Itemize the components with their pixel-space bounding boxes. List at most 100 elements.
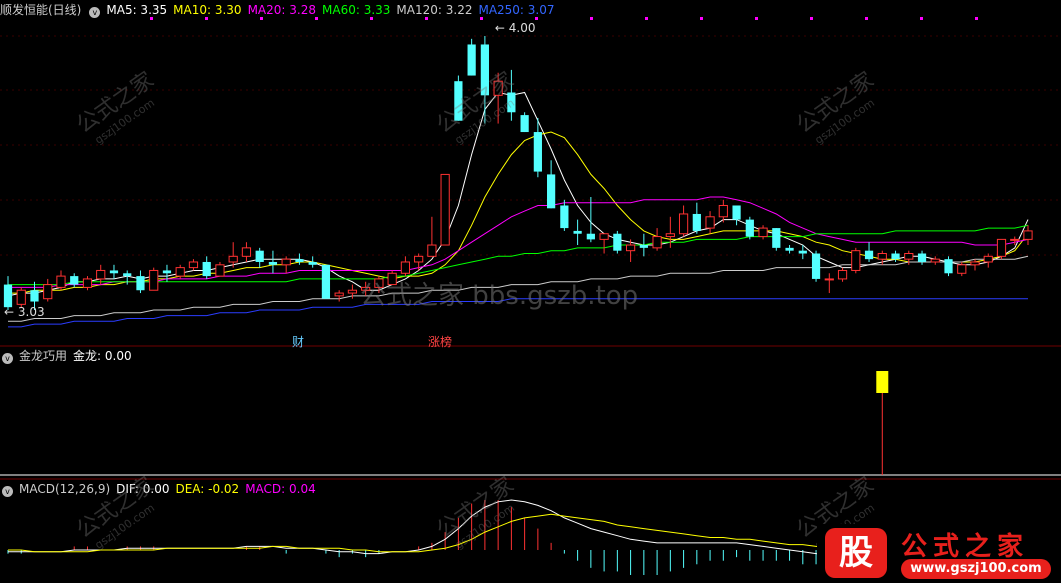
- candle-body: [837, 269, 848, 280]
- candle-body: [983, 255, 993, 263]
- candle-body: [3, 284, 13, 308]
- candle-body: [625, 244, 636, 252]
- candle-body: [599, 233, 609, 240]
- jinlong-title: 金龙巧用: [19, 349, 68, 363]
- candle-body: [149, 269, 159, 291]
- ma-legend-item: MA60: 3.33: [322, 3, 391, 17]
- macd-panel-header: v MACD(12,26,9) DIF: 0.00 DEA: -0.02 MACD: 0…: [0, 481, 322, 497]
- candle-body: [281, 258, 291, 266]
- candle-body: [560, 205, 569, 229]
- candle-body: [996, 238, 1007, 257]
- candle-body: [745, 219, 754, 237]
- top-marker-dot: [700, 17, 703, 20]
- candle-body: [96, 269, 106, 280]
- logo-icon: 股: [825, 528, 887, 578]
- candle-body: [228, 255, 238, 263]
- candle-body: [573, 230, 582, 234]
- candle-body: [678, 213, 689, 235]
- top-marker-dot: [975, 17, 978, 20]
- ma-legend-item: MA10: 3.30: [173, 3, 242, 17]
- high-price-label: ← 4.00: [495, 21, 536, 35]
- rank-tag[interactable]: 涨榜: [428, 333, 452, 350]
- candle-body: [321, 264, 331, 299]
- candle-body: [56, 275, 66, 288]
- candle-body: [215, 264, 225, 277]
- stock-chart-window: ← 4.00 ← 3.03 顺发恒能(日线) v MA5: 3.35 MA10: 3.3…: [0, 0, 1061, 583]
- top-marker-dot: [755, 17, 758, 20]
- macd-title: MACD(12,26,9): [19, 482, 111, 496]
- ma-line-ma20: [8, 196, 1029, 288]
- candle-body: [268, 261, 278, 265]
- collapse-icon[interactable]: v: [2, 486, 13, 497]
- candle-body: [758, 227, 768, 238]
- candle-body: [639, 245, 648, 248]
- candle-body: [255, 250, 264, 262]
- candle-body: [400, 261, 411, 274]
- candle-body: [1023, 230, 1033, 240]
- candle-body: [586, 233, 595, 240]
- candle-body: [904, 253, 914, 260]
- top-marker-dot: [865, 17, 868, 20]
- candle-body: [82, 278, 93, 288]
- candle-body: [162, 270, 172, 274]
- logo-url: www.gszj100.com: [901, 559, 1051, 579]
- candle-body: [930, 258, 940, 263]
- candle-body: [547, 174, 556, 209]
- candle-body: [824, 278, 834, 281]
- candle-body: [109, 270, 119, 274]
- candle-body: [772, 228, 781, 248]
- candle-body: [957, 264, 967, 274]
- candle-body: [692, 213, 701, 231]
- candle-body: [718, 204, 728, 218]
- main-panel-header: 顺发恒能(日线) v MA5: 3.35 MA10: 3.30 MA20: 3.28 MA…: [0, 2, 567, 18]
- candle-body: [440, 173, 450, 246]
- candle-body: [241, 247, 252, 257]
- candle-body: [705, 216, 715, 229]
- candle-body: [30, 290, 39, 302]
- candle-body: [533, 132, 542, 172]
- collapse-icon[interactable]: v: [2, 353, 13, 364]
- macd-dea: DEA: -0.02: [175, 482, 240, 496]
- candle-body: [70, 276, 79, 285]
- ma-line-ma5: [7, 91, 1029, 297]
- candle-body: [917, 253, 927, 262]
- macd-value: MACD: 0.04: [245, 482, 316, 496]
- candle-body: [188, 261, 199, 269]
- ma-legend-item: MA250: 3.07: [478, 3, 555, 17]
- jinlong-signal-bar: [876, 371, 889, 393]
- top-marker-dot: [590, 17, 593, 20]
- candle-body: [43, 284, 53, 300]
- candle-body: [891, 253, 900, 260]
- candle-body: [864, 250, 874, 260]
- candle-body: [811, 253, 821, 279]
- candle-body: [467, 44, 476, 76]
- ma-legend-item: MA120: 3.22: [396, 3, 473, 17]
- candle-body: [347, 289, 358, 294]
- candle-body: [334, 292, 344, 297]
- candle-body: [798, 250, 807, 254]
- candle-body: [652, 236, 662, 249]
- candle-body: [944, 259, 953, 274]
- site-logo: 股 公式之家 www.gszj100.com: [817, 524, 1061, 583]
- candle-body: [785, 247, 794, 251]
- low-price-label: ← 3.03: [4, 305, 45, 319]
- collapse-icon[interactable]: v: [89, 7, 101, 18]
- top-marker-dot: [920, 17, 923, 20]
- candle-body: [136, 276, 145, 291]
- candle-body: [970, 261, 980, 266]
- candle-body: [414, 255, 424, 263]
- candle-body: [732, 205, 741, 220]
- candle-body: [1010, 238, 1020, 241]
- candle-body: [665, 233, 675, 238]
- candle-body: [877, 253, 887, 260]
- candle-body: [202, 261, 211, 277]
- top-marker-dot: [645, 17, 648, 20]
- candle-body: [175, 267, 185, 277]
- jinlong-value: 金龙: 0.00: [73, 349, 132, 363]
- candle-body: [123, 273, 132, 277]
- candle-body: [308, 261, 317, 265]
- ma-legend: MA5: 3.35 MA10: 3.30 MA20: 3.28 MA60: 3.33 M…: [106, 3, 560, 17]
- finance-tag[interactable]: 财: [292, 333, 304, 350]
- candle-body: [613, 233, 622, 251]
- stock-name: 顺发恒能(日线): [0, 3, 82, 17]
